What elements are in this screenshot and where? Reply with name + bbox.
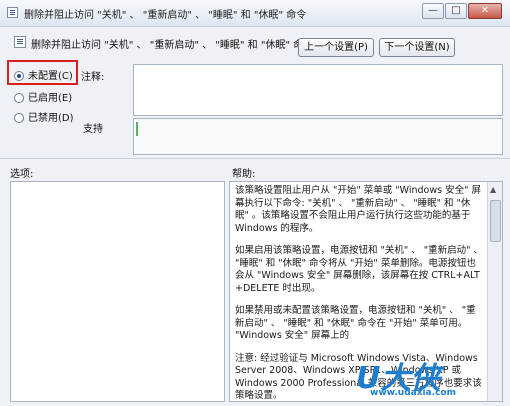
radio-not-configured[interactable]: 未配置(C)	[14, 67, 73, 82]
minimize-icon: —	[428, 5, 438, 16]
window-controls: — □ ✕	[422, 3, 502, 19]
support-field	[133, 118, 503, 155]
scroll-up-icon[interactable]: ▲	[490, 185, 496, 194]
close-icon: ✕	[480, 5, 490, 16]
policy-icon	[7, 7, 18, 18]
help-paragraph: 如果禁用或未配置该策略设置，电源按钮和 "关机" 、 "重新启动" 、 "睡眠"…	[235, 305, 476, 341]
divider	[0, 158, 510, 159]
maximize-icon: □	[451, 5, 461, 16]
setting-icon	[14, 36, 26, 48]
help-section-label: 帮助:	[232, 169, 256, 180]
window-title: 删除并阻止访问 "关机" 、 "重新启动" 、 "睡眠" 和 "休眠" 命令	[24, 10, 307, 21]
comment-label: 注释:	[81, 72, 105, 83]
previous-setting-button[interactable]: 上一个设置(P)	[298, 38, 374, 57]
radio-enabled[interactable]: 已启用(E)	[14, 89, 72, 104]
radio-label: 已启用(E)	[28, 93, 73, 104]
options-pane	[10, 181, 225, 402]
close-button[interactable]: ✕	[468, 3, 502, 19]
title-bar: 删除并阻止访问 "关机" 、 "重新启动" 、 "睡眠" 和 "休眠" 命令 —…	[0, 0, 510, 27]
radio-icon	[14, 113, 24, 123]
watermark-site: www.udaxia.com	[370, 388, 456, 398]
maximize-button[interactable]: □	[445, 3, 467, 19]
help-paragraph: 该策略设置阻止用户从 "开始" 菜单或 "Windows 安全" 屏幕执行以下命…	[235, 185, 481, 234]
minimize-button[interactable]: —	[422, 3, 444, 19]
scroll-thumb[interactable]	[490, 200, 501, 242]
support-label: 支持	[83, 124, 103, 135]
help-paragraph: 如果启用该策略设置，电源按钮和 "关机" 、 "重新启动" 、 "睡眠" 和 "…	[235, 245, 484, 294]
watermark-logo: U大侠 www.udaxia.com	[354, 353, 504, 401]
radio-selected-icon	[14, 71, 24, 81]
radio-label: 已禁用(D)	[28, 113, 74, 124]
support-indicator	[136, 122, 138, 136]
next-setting-button[interactable]: 下一个设置(N)	[379, 38, 455, 57]
radio-label: 未配置(C)	[28, 71, 73, 82]
radio-icon	[14, 93, 24, 103]
options-section-label: 选项:	[10, 169, 34, 180]
radio-disabled[interactable]: 已禁用(D)	[14, 109, 74, 124]
setting-title: 删除并阻止访问 "关机" 、 "重新启动" 、 "睡眠" 和 "休眠" 命令	[31, 40, 314, 51]
comment-textarea[interactable]	[133, 64, 503, 116]
